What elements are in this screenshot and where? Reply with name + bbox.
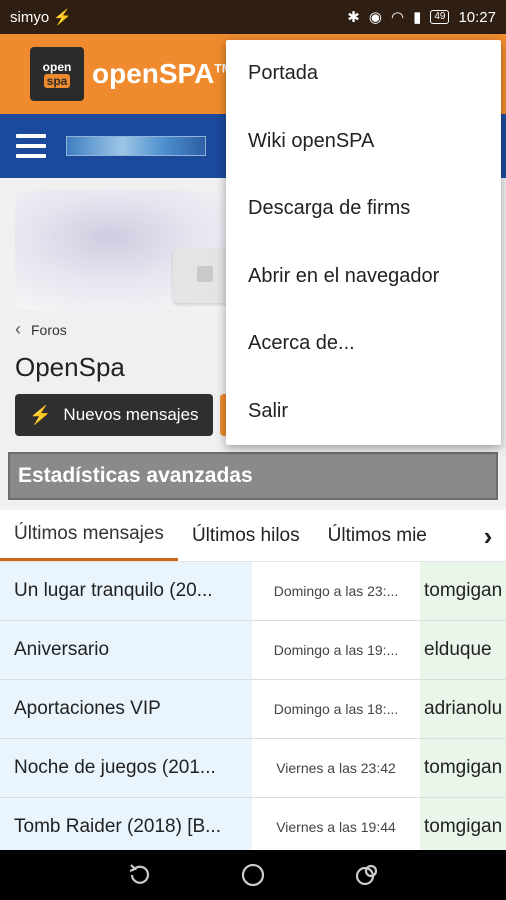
post-date: Domingo a las 23:... <box>273 583 399 599</box>
stats-section: Estadísticas avanzadas <box>0 452 506 506</box>
thread-title[interactable]: Noche de juegos (201... <box>0 739 252 797</box>
tab-latest-members[interactable]: Últimos miembros <box>314 510 426 561</box>
menu-item-exit[interactable]: Salir <box>226 378 501 446</box>
charging-bolt-icon: ⚡ <box>53 9 72 26</box>
logo-text-open: open <box>42 60 72 74</box>
post-author[interactable]: elduque <box>420 621 506 679</box>
status-bar: simyo ⚡ ✱ ◉ ◠ ▮ 49 10:27 <box>0 0 506 34</box>
hamburger-menu-icon[interactable] <box>16 134 46 158</box>
menu-item-firmware-download[interactable]: Descarga de firms <box>226 175 501 243</box>
recents-icon[interactable] <box>354 862 380 888</box>
table-row[interactable]: Tomb Raider (2018) [B... Viernes a las 1… <box>0 798 506 850</box>
clock: 10:27 <box>458 8 496 26</box>
breadcrumb-label: Foros <box>31 321 67 338</box>
thread-title[interactable]: Aportaciones VIP <box>0 680 252 738</box>
stats-header: Estadísticas avanzadas <box>8 452 498 500</box>
chevron-left-icon: ‹ <box>15 319 21 339</box>
app-logo[interactable]: open spa <box>30 47 84 101</box>
home-icon[interactable] <box>240 862 266 888</box>
tab-latest-threads[interactable]: Últimos hilos <box>178 510 314 561</box>
table-row[interactable]: Un lugar tranquilo (20... Domingo a las … <box>0 562 506 621</box>
thread-title[interactable]: Tomb Raider (2018) [B... <box>0 798 252 850</box>
thread-title[interactable]: Aniversario <box>0 621 252 679</box>
tab-latest-posts[interactable]: Últimos mensajes <box>0 510 178 561</box>
hero-image <box>15 190 255 310</box>
menu-item-open-in-browser[interactable]: Abrir en el navegador <box>226 243 501 311</box>
thread-title[interactable]: Un lugar tranquilo (20... <box>0 562 252 620</box>
brand-name: openSPA <box>92 58 215 89</box>
signal-icon: ▮ <box>413 9 422 26</box>
carrier-label: simyo <box>10 8 50 26</box>
menu-item-wiki[interactable]: Wiki openSPA <box>226 108 501 176</box>
logo-text-spa: spa <box>43 74 71 88</box>
post-author[interactable]: tomgigan <box>420 739 506 797</box>
back-icon[interactable] <box>126 862 152 888</box>
wifi-icon: ◠ <box>390 9 405 26</box>
post-date: Viernes a las 19:44 <box>276 819 396 835</box>
post-date: Domingo a las 18:... <box>273 701 399 717</box>
app-brand-title: openSPATM <box>92 58 232 90</box>
site-banner[interactable] <box>66 136 206 156</box>
table-row[interactable]: Aniversario Domingo a las 19:... elduque <box>0 621 506 680</box>
post-author[interactable]: tomgigan <box>420 562 506 620</box>
bluetooth-icon: ✱ <box>347 9 360 26</box>
post-author[interactable]: tomgigan <box>420 798 506 850</box>
overflow-menu: Portada Wiki openSPA Descarga de firms A… <box>226 40 501 445</box>
eye-icon: ◉ <box>368 9 382 26</box>
post-date: Domingo a las 19:... <box>273 642 399 658</box>
latest-posts-list: Un lugar tranquilo (20... Domingo a las … <box>0 562 506 850</box>
system-nav-bar <box>0 850 506 900</box>
menu-item-about[interactable]: Acerca de... <box>226 310 501 378</box>
new-posts-button[interactable]: ⚡ Nuevos mensajes <box>15 394 213 436</box>
page-title: OpenSpa <box>15 352 125 382</box>
menu-item-home[interactable]: Portada <box>226 40 501 108</box>
chevron-right-icon[interactable]: › <box>470 510 506 561</box>
bolt-icon: ⚡ <box>29 404 52 425</box>
stats-tabs: Últimos mensajes Últimos hilos Últimos m… <box>0 510 506 562</box>
battery-icon: 49 <box>430 10 450 24</box>
post-author[interactable]: adrianolu <box>420 680 506 738</box>
new-posts-label: Nuevos mensajes <box>63 405 199 424</box>
post-date: Viernes a las 23:42 <box>276 760 396 776</box>
table-row[interactable]: Aportaciones VIP Domingo a las 18:... ad… <box>0 680 506 739</box>
breadcrumb[interactable]: ‹ Foros <box>15 319 67 340</box>
table-row[interactable]: Noche de juegos (201... Viernes a las 23… <box>0 739 506 798</box>
